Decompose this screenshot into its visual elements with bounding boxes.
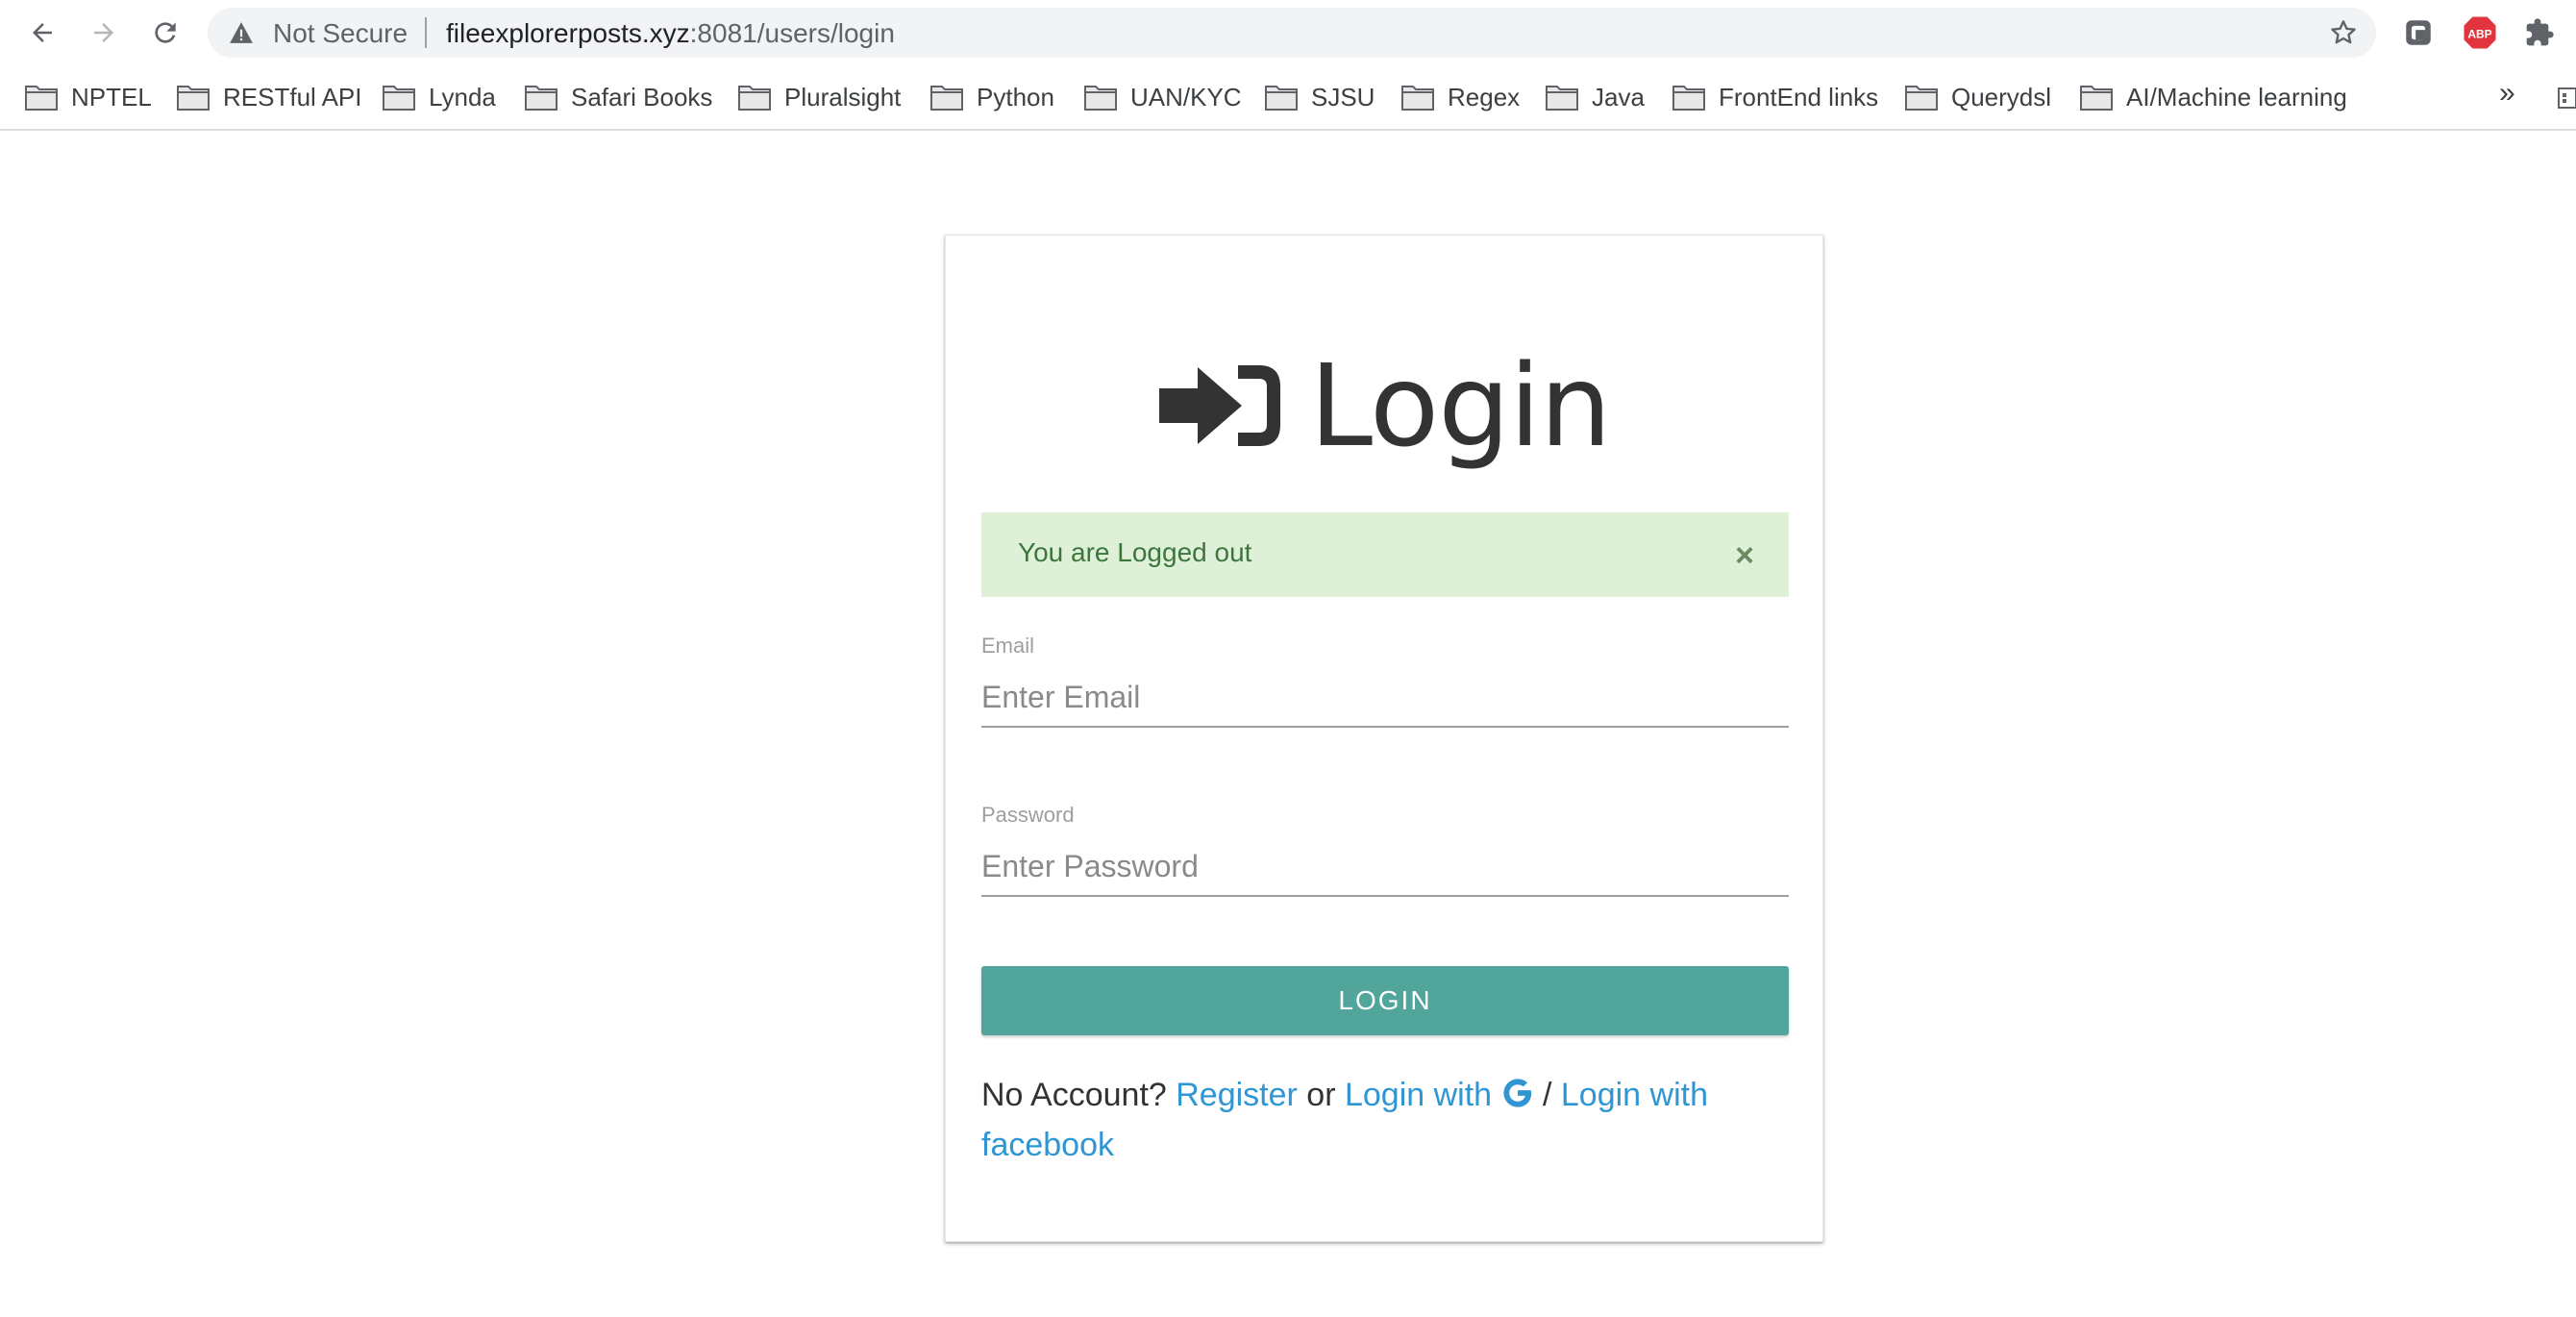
back-arrow-icon: [33, 23, 52, 42]
bookmark-label: Lynda: [429, 82, 496, 112]
folder-icon: [25, 86, 58, 111]
warning-icon: [230, 22, 253, 43]
forward-arrow-icon: [94, 23, 113, 42]
logout-alert: You are Logged out ×: [981, 512, 1789, 597]
alert-message: You are Logged out: [1018, 537, 1252, 567]
login-heading: Login: [946, 349, 1824, 462]
bookmark-folder[interactable]: Python: [930, 79, 1054, 115]
folder-icon: [383, 86, 415, 111]
reload-icon: [155, 22, 176, 43]
back-button[interactable]: [23, 13, 62, 52]
bookmark-folder[interactable]: Querydsl: [1905, 79, 2051, 115]
sign-in-icon: [1159, 365, 1281, 446]
bookmark-label: FrontEnd links: [1719, 82, 1879, 112]
address-bar[interactable]: Not Secure fileexplorerposts.xyz:8081/us…: [208, 8, 2376, 58]
close-icon[interactable]: ×: [1735, 539, 1754, 572]
bookmark-label: Python: [977, 82, 1054, 112]
folder-icon: [1265, 86, 1298, 111]
login-card: Login You are Logged out × Email Passwor…: [945, 235, 1823, 1242]
bookmark-folder[interactable]: RESTful API: [177, 79, 362, 115]
folder-icon: [738, 86, 771, 111]
bookmark-label: RESTful API: [223, 82, 362, 112]
login-button[interactable]: LOGIN: [981, 966, 1789, 1035]
bookmark-folder[interactable]: Lynda: [383, 79, 496, 115]
adblock-icon[interactable]: ABP: [2461, 13, 2499, 52]
bookmark-folder[interactable]: Pluralsight: [738, 79, 901, 115]
login-google-link[interactable]: Login with: [1345, 1077, 1534, 1113]
folder-icon: [1905, 86, 1938, 111]
page-title: Login: [1309, 339, 1611, 472]
or-text: or: [1297, 1077, 1345, 1113]
reload-button[interactable]: [146, 13, 185, 52]
bookmark-folder[interactable]: Safari Books: [525, 79, 712, 115]
folder-icon: [1084, 86, 1117, 111]
folder-icon: [2080, 86, 2113, 111]
folder-icon: [930, 86, 963, 111]
url-text[interactable]: fileexplorerposts.xyz:8081/users/login: [446, 18, 895, 49]
bookmark-folder[interactable]: AI/Machine learning: [2080, 79, 2347, 115]
security-status[interactable]: Not Secure: [273, 18, 408, 49]
email-field[interactable]: [981, 668, 1789, 728]
email-label: Email: [981, 634, 1035, 658]
password-field[interactable]: [981, 837, 1789, 897]
bookmark-folder[interactable]: SJSU: [1265, 79, 1375, 115]
folder-icon: [1672, 86, 1705, 111]
bookmark-folder[interactable]: Regex: [1401, 79, 1520, 115]
address-separator: [425, 17, 427, 48]
extensions-menu-button[interactable]: [2520, 13, 2559, 52]
bookmark-label: UAN/KYC: [1130, 82, 1242, 112]
extension-square-icon: [2406, 20, 2431, 45]
browser-toolbar: Not Secure fileexplorerposts.xyz:8081/us…: [0, 0, 2576, 65]
folder-icon: [1401, 86, 1434, 111]
bookmark-label: NPTEL: [71, 82, 152, 112]
bookmark-label: AI/Machine learning: [2126, 82, 2347, 112]
puzzle-piece-icon: [2526, 18, 2554, 46]
login-google-label: Login with: [1344, 1077, 1501, 1113]
bookmark-label: Safari Books: [571, 82, 713, 112]
svg-text:ABP: ABP: [2467, 27, 2491, 40]
no-account-text: No Account?: [981, 1077, 1177, 1113]
bookmark-folder[interactable]: FrontEnd links: [1672, 79, 1878, 115]
adblock-octagon-icon: ABP: [2464, 16, 2496, 49]
extension-puzzle-icon[interactable]: [2399, 13, 2438, 52]
folder-icon: [525, 86, 557, 111]
forward-button[interactable]: [85, 13, 123, 52]
folder-icon: [177, 86, 210, 111]
bookmarks-bar: NPTEL RESTful API Lynda Safari Books Plu…: [0, 65, 2576, 131]
url-path: :8081/users/login: [689, 18, 895, 48]
bookmark-star-icon[interactable]: [2328, 17, 2359, 48]
bookmark-label: SJSU: [1311, 82, 1375, 112]
bookmarks-overflow-button[interactable]: »: [2499, 77, 2515, 110]
password-label: Password: [981, 803, 1075, 827]
bookmark-label: Java: [1592, 82, 1645, 112]
reading-list-icon[interactable]: [2557, 87, 2576, 110]
bookmark-label: Pluralsight: [784, 82, 902, 112]
account-links: No Account? Register or Login with / Log…: [981, 1070, 1789, 1170]
bookmark-folder[interactable]: UAN/KYC: [1084, 79, 1242, 115]
bookmark-folder[interactable]: NPTEL: [25, 79, 152, 115]
bookmark-label: Regex: [1448, 82, 1521, 112]
slash-text: /: [1533, 1077, 1561, 1113]
folder-icon: [1546, 86, 1578, 111]
bookmark-folder[interactable]: Java: [1546, 79, 1645, 115]
register-link[interactable]: Register: [1176, 1077, 1298, 1113]
url-host: fileexplorerposts.xyz: [446, 18, 690, 48]
bookmark-label: Querydsl: [1951, 82, 2052, 112]
google-icon: [1502, 1079, 1531, 1107]
